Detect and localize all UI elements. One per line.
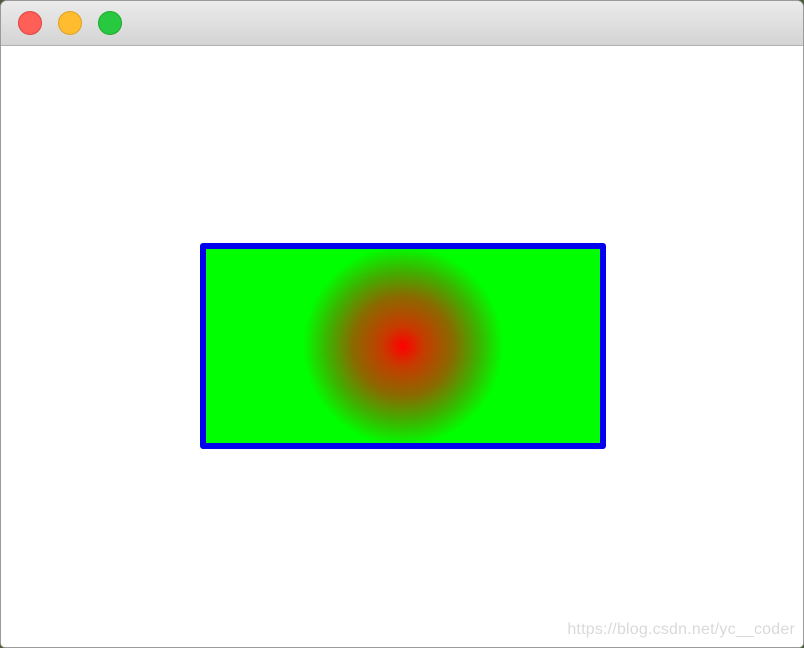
drawing-canvas: https://blog.csdn.net/yc__coder	[1, 46, 803, 647]
gradient-rectangle	[200, 243, 606, 449]
minimize-button[interactable]	[58, 11, 82, 35]
zoom-button[interactable]	[98, 11, 122, 35]
app-window: https://blog.csdn.net/yc__coder	[1, 1, 803, 647]
close-button[interactable]	[18, 11, 42, 35]
watermark-text: https://blog.csdn.net/yc__coder	[567, 621, 795, 638]
title-bar[interactable]	[1, 1, 803, 46]
